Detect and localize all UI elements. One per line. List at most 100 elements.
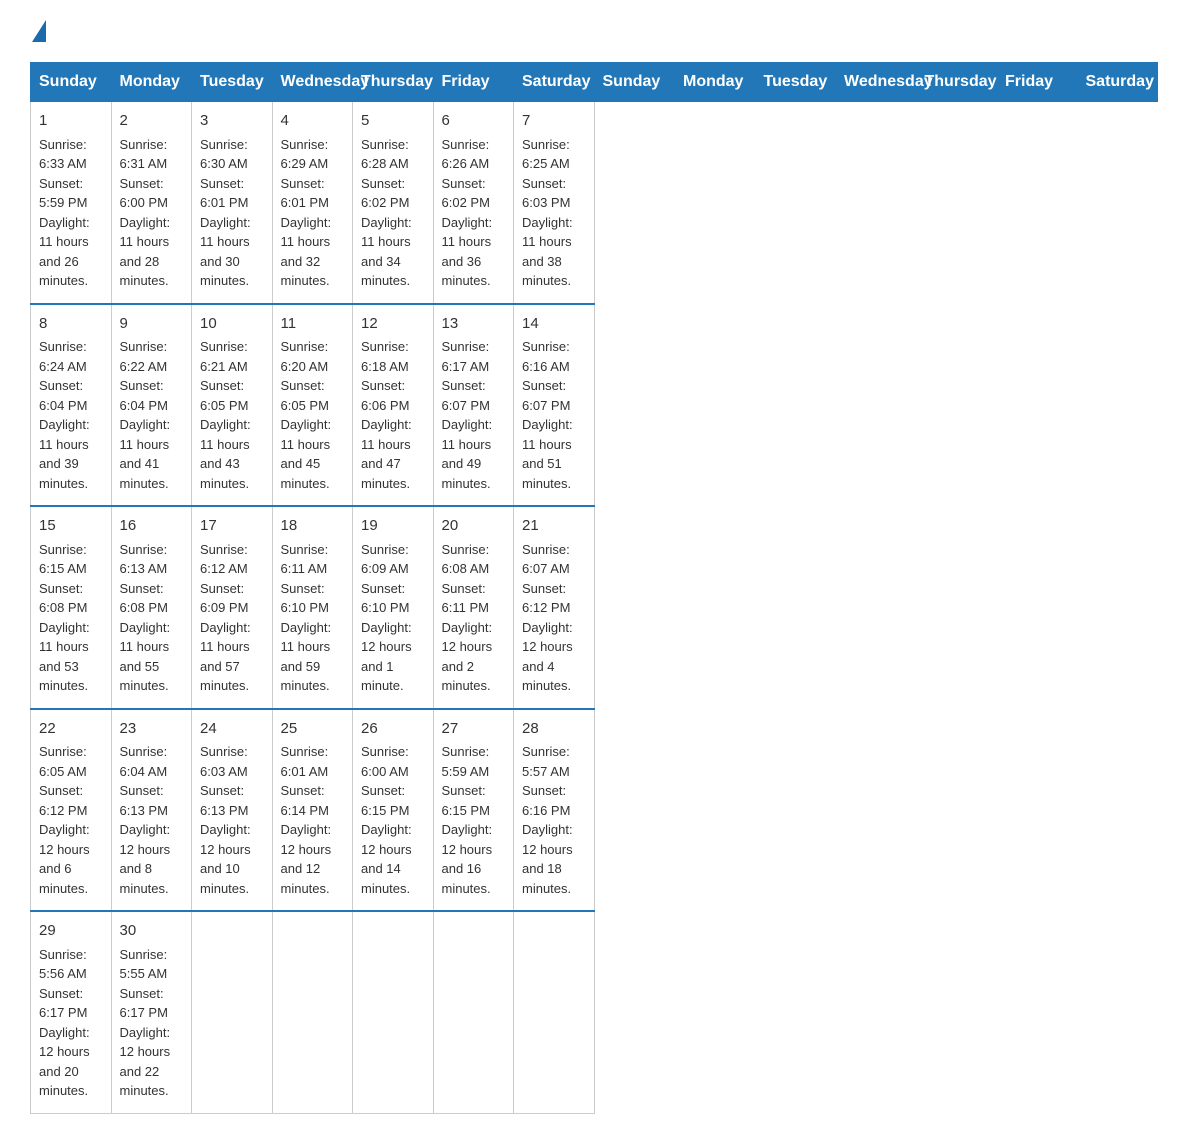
sunrise-text: Sunrise: 5:56 AM xyxy=(39,947,87,982)
calendar-cell: 15Sunrise: 6:15 AMSunset: 6:08 PMDayligh… xyxy=(31,506,112,709)
calendar-week-2: 8Sunrise: 6:24 AMSunset: 6:04 PMDaylight… xyxy=(31,304,1158,507)
calendar-cell: 29Sunrise: 5:56 AMSunset: 6:17 PMDayligh… xyxy=(31,911,112,1113)
daylight-text: Daylight: 11 hoursand 28 minutes. xyxy=(120,215,171,289)
day-number: 28 xyxy=(522,718,586,741)
calendar-cell: 19Sunrise: 6:09 AMSunset: 6:10 PMDayligh… xyxy=(353,506,434,709)
daylight-text: Daylight: 11 hoursand 30 minutes. xyxy=(200,215,251,289)
sunset-text: Sunset: 6:03 PM xyxy=(522,176,570,211)
calendar-header-row: SundayMondayTuesdayWednesdayThursdayFrid… xyxy=(31,63,1158,102)
calendar-cell: 6Sunrise: 6:26 AMSunset: 6:02 PMDaylight… xyxy=(433,102,514,304)
sunrise-text: Sunrise: 6:17 AM xyxy=(442,339,490,374)
day-header-wednesday: Wednesday xyxy=(836,63,917,102)
day-number: 21 xyxy=(522,515,586,538)
daylight-text: Daylight: 11 hoursand 36 minutes. xyxy=(442,215,493,289)
day-header-sunday: Sunday xyxy=(594,63,675,102)
day-number: 30 xyxy=(120,920,184,943)
calendar-cell: 30Sunrise: 5:55 AMSunset: 6:17 PMDayligh… xyxy=(111,911,192,1113)
sunset-text: Sunset: 5:59 PM xyxy=(39,176,87,211)
calendar-cell: 8Sunrise: 6:24 AMSunset: 6:04 PMDaylight… xyxy=(31,304,112,507)
daylight-text: Daylight: 12 hoursand 20 minutes. xyxy=(39,1025,90,1099)
sunset-text: Sunset: 6:17 PM xyxy=(39,986,87,1021)
day-header-monday: Monday xyxy=(111,63,192,102)
calendar-cell: 9Sunrise: 6:22 AMSunset: 6:04 PMDaylight… xyxy=(111,304,192,507)
day-header-thursday: Thursday xyxy=(353,63,434,102)
daylight-text: Daylight: 12 hoursand 8 minutes. xyxy=(120,822,171,896)
sunrise-text: Sunrise: 6:01 AM xyxy=(281,744,329,779)
daylight-text: Daylight: 12 hoursand 18 minutes. xyxy=(522,822,573,896)
day-header-sunday: Sunday xyxy=(31,63,112,102)
calendar-cell: 3Sunrise: 6:30 AMSunset: 6:01 PMDaylight… xyxy=(192,102,273,304)
daylight-text: Daylight: 12 hoursand 14 minutes. xyxy=(361,822,412,896)
sunrise-text: Sunrise: 6:28 AM xyxy=(361,137,409,172)
daylight-text: Daylight: 12 hoursand 2 minutes. xyxy=(442,620,493,694)
sunrise-text: Sunrise: 5:57 AM xyxy=(522,744,570,779)
day-header-wednesday: Wednesday xyxy=(272,63,353,102)
day-header-thursday: Thursday xyxy=(916,63,997,102)
daylight-text: Daylight: 11 hoursand 39 minutes. xyxy=(39,417,90,491)
day-number: 26 xyxy=(361,718,425,741)
sunrise-text: Sunrise: 6:21 AM xyxy=(200,339,248,374)
day-number: 25 xyxy=(281,718,345,741)
calendar-cell: 10Sunrise: 6:21 AMSunset: 6:05 PMDayligh… xyxy=(192,304,273,507)
day-number: 3 xyxy=(200,110,264,133)
calendar-cell: 24Sunrise: 6:03 AMSunset: 6:13 PMDayligh… xyxy=(192,709,273,912)
calendar-cell: 4Sunrise: 6:29 AMSunset: 6:01 PMDaylight… xyxy=(272,102,353,304)
calendar-cell: 5Sunrise: 6:28 AMSunset: 6:02 PMDaylight… xyxy=(353,102,434,304)
calendar-cell xyxy=(272,911,353,1113)
daylight-text: Daylight: 11 hoursand 47 minutes. xyxy=(361,417,412,491)
day-number: 27 xyxy=(442,718,506,741)
daylight-text: Daylight: 12 hoursand 16 minutes. xyxy=(442,822,493,896)
daylight-text: Daylight: 11 hoursand 59 minutes. xyxy=(281,620,332,694)
day-number: 1 xyxy=(39,110,103,133)
daylight-text: Daylight: 11 hoursand 57 minutes. xyxy=(200,620,251,694)
sunrise-text: Sunrise: 6:13 AM xyxy=(120,542,168,577)
daylight-text: Daylight: 11 hoursand 32 minutes. xyxy=(281,215,332,289)
day-header-saturday: Saturday xyxy=(514,63,595,102)
page-header xyxy=(30,20,1158,42)
day-number: 23 xyxy=(120,718,184,741)
sunset-text: Sunset: 6:11 PM xyxy=(442,581,489,616)
sunset-text: Sunset: 6:12 PM xyxy=(39,783,87,818)
calendar-cell: 13Sunrise: 6:17 AMSunset: 6:07 PMDayligh… xyxy=(433,304,514,507)
sunrise-text: Sunrise: 6:31 AM xyxy=(120,137,168,172)
calendar-week-3: 15Sunrise: 6:15 AMSunset: 6:08 PMDayligh… xyxy=(31,506,1158,709)
sunset-text: Sunset: 6:07 PM xyxy=(522,378,570,413)
sunset-text: Sunset: 6:13 PM xyxy=(120,783,168,818)
day-number: 18 xyxy=(281,515,345,538)
calendar-week-1: 1Sunrise: 6:33 AMSunset: 5:59 PMDaylight… xyxy=(31,102,1158,304)
calendar-cell: 21Sunrise: 6:07 AMSunset: 6:12 PMDayligh… xyxy=(514,506,595,709)
sunset-text: Sunset: 6:05 PM xyxy=(281,378,329,413)
daylight-text: Daylight: 11 hoursand 49 minutes. xyxy=(442,417,493,491)
logo xyxy=(30,20,46,42)
day-number: 7 xyxy=(522,110,586,133)
day-header-tuesday: Tuesday xyxy=(192,63,273,102)
sunset-text: Sunset: 6:04 PM xyxy=(39,378,87,413)
sunrise-text: Sunrise: 6:11 AM xyxy=(281,542,329,577)
calendar-week-5: 29Sunrise: 5:56 AMSunset: 6:17 PMDayligh… xyxy=(31,911,1158,1113)
sunrise-text: Sunrise: 6:18 AM xyxy=(361,339,409,374)
day-header-friday: Friday xyxy=(997,63,1078,102)
day-number: 4 xyxy=(281,110,345,133)
daylight-text: Daylight: 11 hoursand 45 minutes. xyxy=(281,417,332,491)
day-header-saturday: Saturday xyxy=(1077,63,1158,102)
sunset-text: Sunset: 6:01 PM xyxy=(200,176,248,211)
calendar-table: SundayMondayTuesdayWednesdayThursdayFrid… xyxy=(30,62,1158,1114)
sunrise-text: Sunrise: 6:05 AM xyxy=(39,744,87,779)
daylight-text: Daylight: 11 hoursand 51 minutes. xyxy=(522,417,573,491)
calendar-cell xyxy=(514,911,595,1113)
sunrise-text: Sunrise: 6:29 AM xyxy=(281,137,329,172)
calendar-cell: 16Sunrise: 6:13 AMSunset: 6:08 PMDayligh… xyxy=(111,506,192,709)
day-number: 12 xyxy=(361,313,425,336)
daylight-text: Daylight: 11 hoursand 53 minutes. xyxy=(39,620,90,694)
daylight-text: Daylight: 12 hoursand 1 minute. xyxy=(361,620,412,694)
calendar-cell: 20Sunrise: 6:08 AMSunset: 6:11 PMDayligh… xyxy=(433,506,514,709)
calendar-cell: 12Sunrise: 6:18 AMSunset: 6:06 PMDayligh… xyxy=(353,304,434,507)
day-number: 24 xyxy=(200,718,264,741)
daylight-text: Daylight: 12 hoursand 6 minutes. xyxy=(39,822,90,896)
sunset-text: Sunset: 6:08 PM xyxy=(39,581,87,616)
calendar-cell: 11Sunrise: 6:20 AMSunset: 6:05 PMDayligh… xyxy=(272,304,353,507)
daylight-text: Daylight: 12 hoursand 22 minutes. xyxy=(120,1025,171,1099)
sunrise-text: Sunrise: 6:03 AM xyxy=(200,744,248,779)
daylight-text: Daylight: 11 hoursand 34 minutes. xyxy=(361,215,412,289)
calendar-cell: 23Sunrise: 6:04 AMSunset: 6:13 PMDayligh… xyxy=(111,709,192,912)
